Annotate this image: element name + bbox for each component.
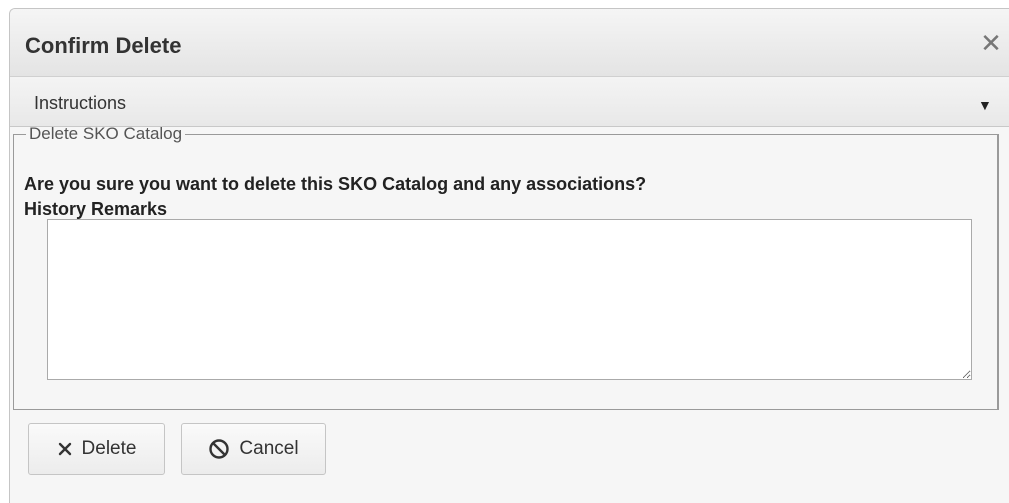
confirmation-question: Are you sure you want to delete this SKO… [24, 174, 647, 194]
close-icon[interactable]: ✕ [978, 28, 1004, 58]
group-legend: Delete SKO Catalog [29, 124, 183, 143]
delete-button-label: Delete [81, 438, 137, 459]
history-remarks-textarea[interactable] [47, 219, 972, 380]
instructions-label: Instructions [34, 93, 127, 113]
delete-button[interactable]: Delete [28, 423, 165, 475]
history-remarks-label: History Remarks [24, 199, 168, 219]
dialog-titlebar: Confirm Delete ✕ [10, 9, 1009, 77]
prohibited-icon [208, 438, 230, 460]
caret-down-icon: ▼ [978, 97, 992, 113]
instructions-accordion[interactable]: Instructions ▼ [10, 77, 1009, 127]
dialog-title: Confirm Delete [25, 33, 182, 58]
cancel-button[interactable]: Cancel [181, 423, 326, 475]
x-icon [57, 441, 73, 457]
cancel-button-label: Cancel [239, 438, 299, 459]
